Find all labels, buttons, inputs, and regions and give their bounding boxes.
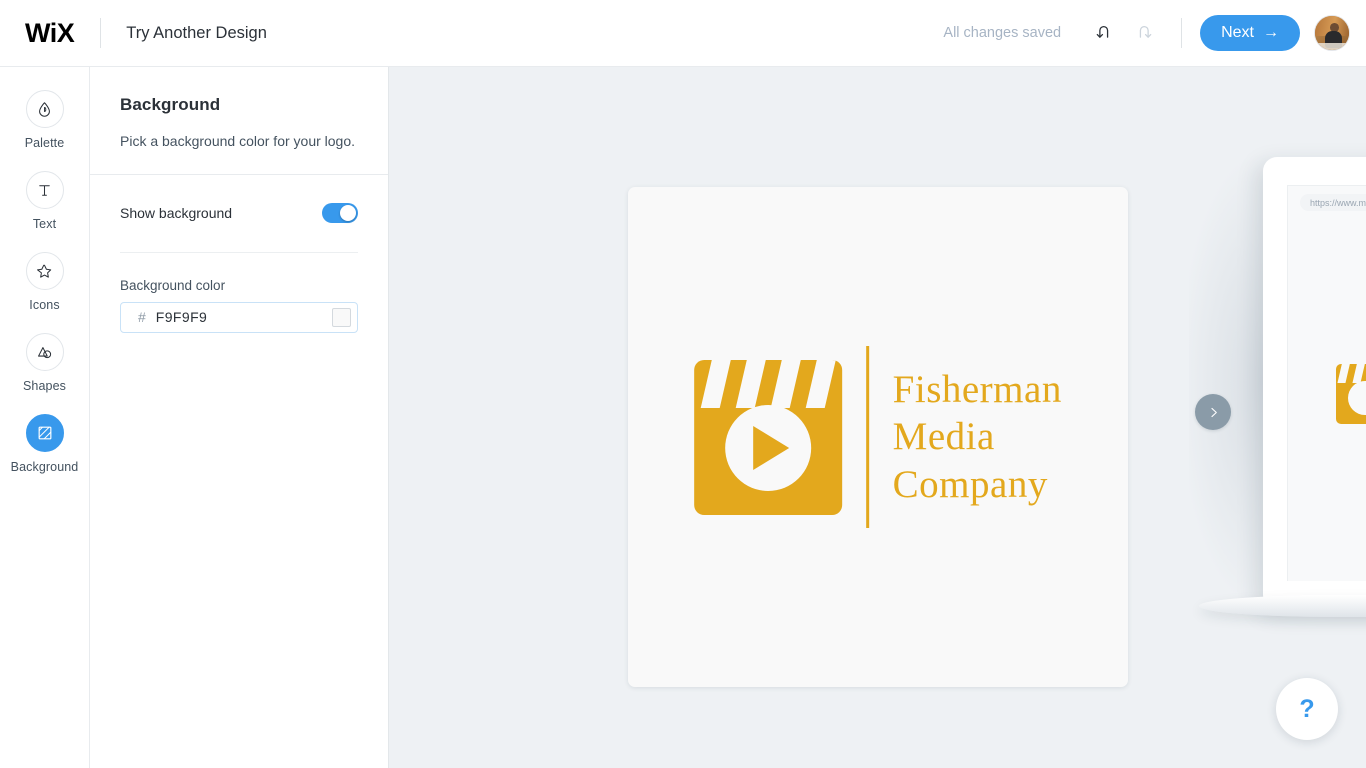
clap-stripe — [1352, 364, 1366, 383]
wix-logo-maker-app: WiX Try Another Design All changes saved… — [0, 0, 1366, 768]
sidebar-item-label: Palette — [24, 136, 65, 150]
browser-url-bar: https://www.m — [1300, 194, 1366, 211]
icons-button[interactable] — [25, 252, 64, 290]
undo-icon — [1096, 25, 1109, 38]
logo-wordmark: Fisherman Media Company — [893, 366, 1062, 509]
sidebar-rail: Palette Text Icons Shapes Background — [0, 67, 90, 768]
show-background-row: Show background — [120, 202, 358, 223]
show-background-toggle[interactable] — [322, 202, 358, 223]
color-swatch-button[interactable] — [332, 307, 351, 327]
clap-stripe — [805, 359, 838, 408]
page-title: Background — [120, 95, 221, 114]
sidebar-item-label: Text — [32, 217, 57, 231]
logo-text-line-2: Media — [892, 415, 995, 459]
sidebar-item-palette[interactable]: Palette — [0, 90, 89, 150]
header-divider — [100, 18, 102, 48]
sidebar-item-background[interactable]: Background — [0, 414, 89, 474]
background-color-input[interactable]: # F9F9F9 — [120, 301, 358, 333]
background-button[interactable] — [25, 414, 64, 452]
shapes-button[interactable] — [25, 333, 64, 371]
shapes-icon — [38, 346, 52, 358]
sidebar-item-shapes[interactable]: Shapes — [0, 333, 89, 393]
droplet-icon — [39, 101, 50, 117]
sidebar-item-label: Background — [10, 460, 79, 474]
palette-button[interactable] — [25, 90, 64, 128]
clap-stripe — [700, 359, 733, 408]
panel-inner-divider — [120, 251, 358, 253]
redo-button[interactable] — [1127, 16, 1161, 50]
hash-prefix: # — [138, 309, 146, 326]
clap-play-circle — [1348, 381, 1366, 416]
logo-composition: Fisherman Media Company — [694, 346, 1062, 528]
sidebar-item-label: Shapes — [23, 379, 66, 393]
clap-stripe — [1337, 364, 1351, 383]
device-frame: https://www.m — [1263, 157, 1366, 609]
panel-header: Background Pick a background color for y… — [90, 67, 388, 151]
device-screen: https://www.m — [1287, 185, 1366, 581]
avatar-image-foreground — [1315, 42, 1349, 50]
logo-canvas[interactable]: Fisherman Media Company — [628, 187, 1128, 687]
panel-body: Show background Background color # F9F9F… — [90, 202, 388, 333]
top-bar-right-group: All changes saved Next → — [943, 0, 1366, 66]
sidebar-item-icons[interactable]: Icons — [0, 252, 89, 312]
clapperboard-play-icon — [694, 359, 843, 515]
toggle-knob — [340, 204, 356, 221]
top-bar: WiX Try Another Design All changes saved… — [0, 0, 1366, 67]
chevron-right-icon — [1210, 407, 1217, 417]
redo-icon — [1139, 25, 1152, 38]
next-design-button[interactable] — [1195, 394, 1231, 430]
panel-divider — [90, 173, 388, 175]
browser-url-text: https://www.m — [1310, 197, 1366, 208]
question-mark-icon: ? — [1299, 694, 1315, 723]
background-hatch-icon — [38, 426, 51, 440]
logo-text-line-3: Company — [892, 462, 1048, 506]
clap-stripe — [770, 359, 803, 408]
try-another-design-link[interactable]: Try Another Design — [126, 24, 267, 43]
sidebar-item-text[interactable]: Text — [0, 171, 89, 231]
arrow-right-icon: → — [1263, 24, 1279, 41]
clap-stripe — [735, 359, 768, 408]
wix-brand-logo[interactable]: WiX — [25, 19, 75, 47]
background-panel: Background Pick a background color for y… — [90, 67, 389, 768]
canvas-stage: https://www.m Fisherman Media Company — [389, 67, 1366, 768]
undo-button[interactable] — [1087, 16, 1121, 50]
avatar[interactable] — [1314, 15, 1350, 51]
text-t-icon — [39, 184, 50, 196]
text-button[interactable] — [25, 171, 64, 209]
logo-text-line-1: Fisherman — [892, 367, 1062, 411]
toolbar-divider — [1181, 18, 1183, 48]
logo-vertical-rule — [866, 346, 869, 528]
device-logo-preview — [1336, 364, 1366, 424]
help-button[interactable]: ? — [1276, 678, 1338, 740]
background-color-label: Background color — [120, 277, 226, 293]
next-button-label: Next — [1221, 24, 1254, 41]
sidebar-item-label: Icons — [29, 298, 60, 312]
hex-value[interactable]: F9F9F9 — [156, 309, 332, 325]
next-button[interactable]: Next → — [1200, 15, 1300, 51]
show-background-label: Show background — [120, 204, 233, 221]
panel-subtitle: Pick a background color for your logo. — [120, 133, 356, 149]
star-icon — [37, 264, 52, 278]
save-status-text: All changes saved — [943, 25, 1062, 41]
play-triangle-icon — [753, 425, 790, 470]
